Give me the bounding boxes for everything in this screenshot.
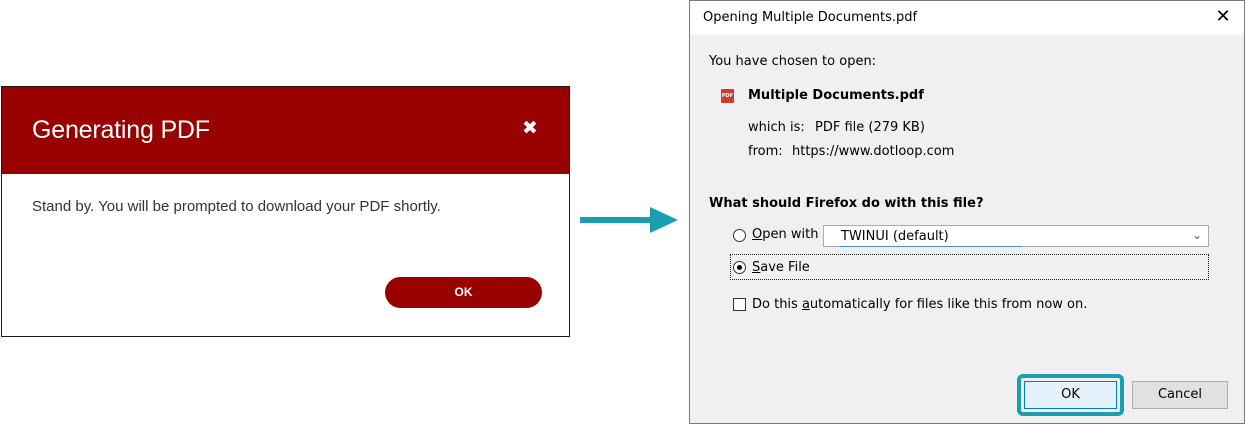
- open-with-label[interactable]: Open with: [752, 227, 818, 242]
- close-icon[interactable]: ✕: [1212, 5, 1234, 29]
- from-value: https://www.dotloop.com: [792, 144, 955, 159]
- auto-checkbox-label[interactable]: Do this automatically for files like thi…: [752, 297, 1087, 312]
- open-with-select[interactable]: TWINUI (default) ⌄: [823, 225, 1209, 247]
- save-file-radio[interactable]: [733, 261, 746, 274]
- generating-pdf-modal: Generating PDF ✖ Stand by. You will be p…: [1, 86, 570, 337]
- close-icon[interactable]: ✖: [518, 117, 542, 141]
- modal-header: Generating PDF ✖: [2, 87, 569, 174]
- action-question: What should Firefox do with this file?: [709, 196, 984, 211]
- cancel-button[interactable]: Cancel: [1132, 381, 1228, 409]
- ok-button[interactable]: OK: [1024, 381, 1117, 409]
- pdf-file-icon: [721, 89, 734, 103]
- open-with-radio[interactable]: [733, 229, 746, 242]
- open-with-app: TWINUI (default): [841, 229, 949, 244]
- auto-checkbox[interactable]: [733, 298, 746, 311]
- dialog-title: Opening Multiple Documents.pdf: [703, 10, 918, 25]
- which-is-value: PDF file (279 KB): [815, 120, 925, 135]
- file-name: Multiple Documents.pdf: [748, 88, 924, 103]
- select-underline: [839, 246, 1022, 247]
- ok-button[interactable]: OK: [385, 277, 542, 308]
- from-label: from:: [748, 144, 783, 159]
- chevron-down-icon: ⌄: [1191, 228, 1202, 242]
- modal-title: Generating PDF: [32, 116, 210, 144]
- save-file-label[interactable]: Save File: [752, 260, 810, 275]
- dialog-titlebar: Opening Multiple Documents.pdf ✕: [690, 1, 1244, 35]
- firefox-download-dialog: Opening Multiple Documents.pdf ✕ You hav…: [689, 0, 1245, 424]
- chosen-label: You have chosen to open:: [709, 54, 877, 69]
- modal-message: Stand by. You will be prompted to downlo…: [32, 198, 441, 215]
- arrow-right-icon: [580, 207, 678, 233]
- which-is-label: which is:: [748, 120, 805, 135]
